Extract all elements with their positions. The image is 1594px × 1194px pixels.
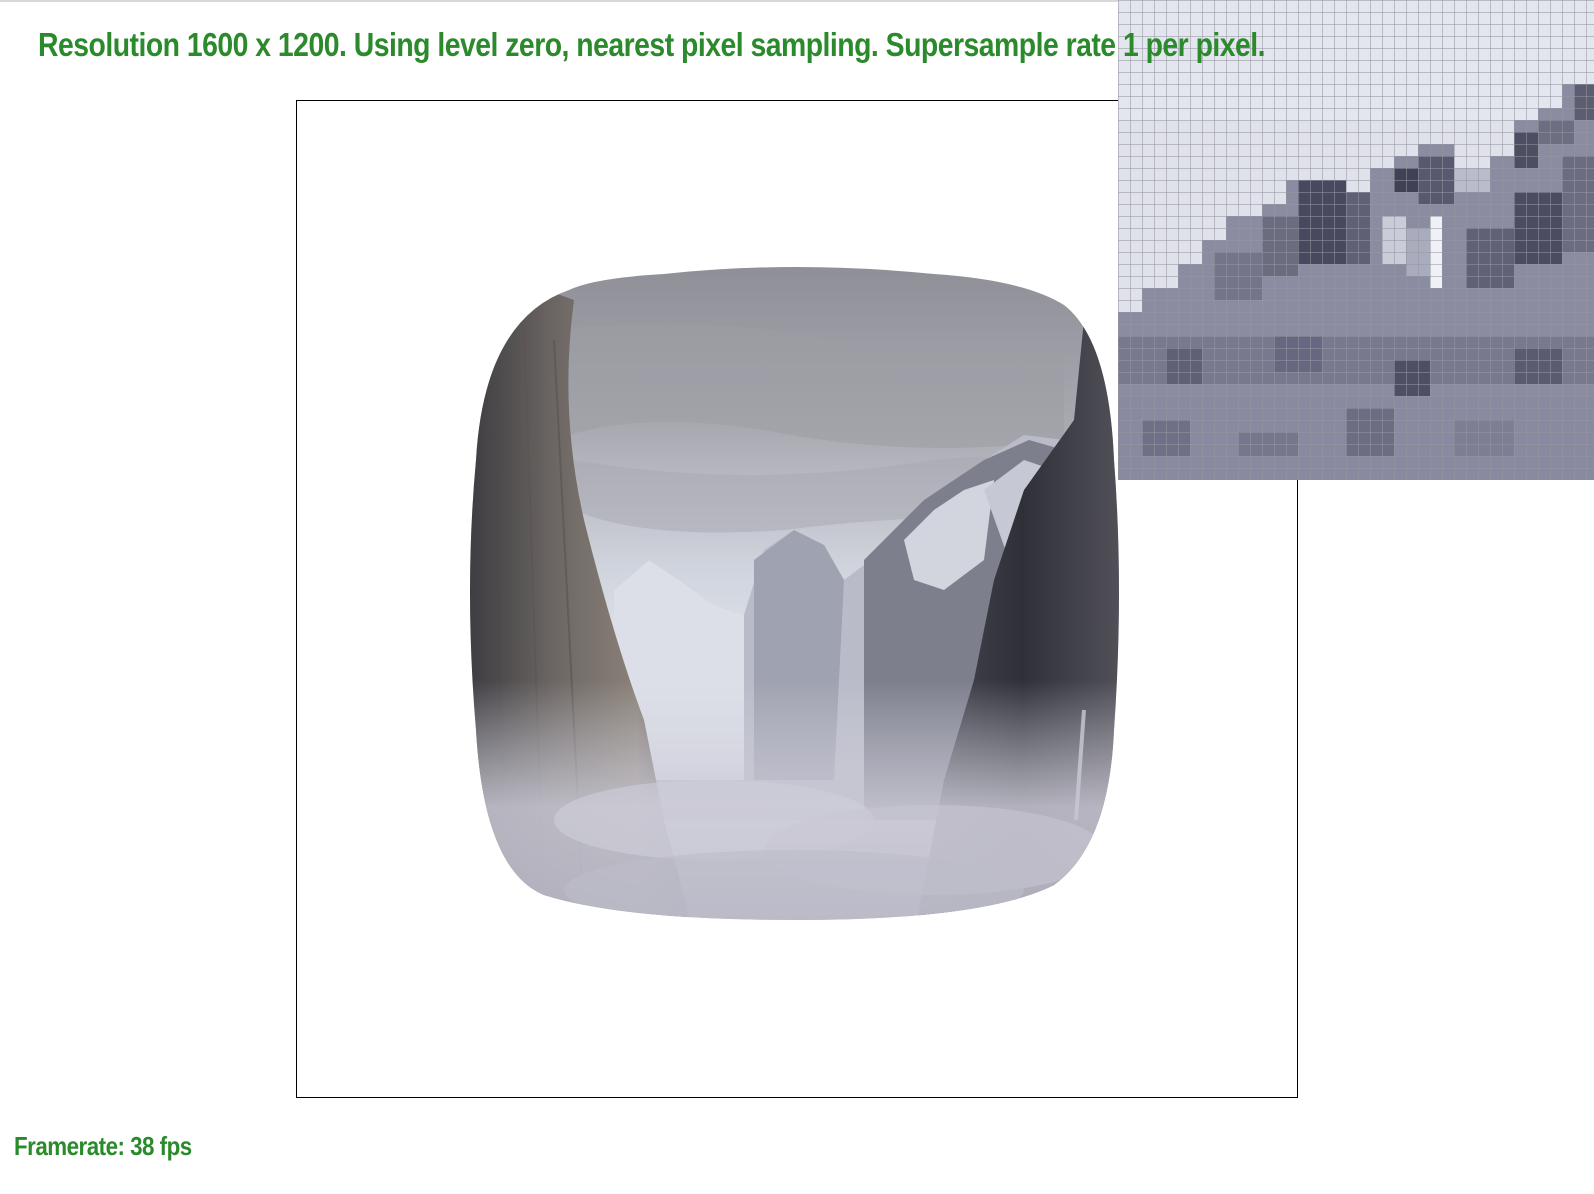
resolution-status-text: Resolution 1600 x 1200. Using level zero…: [38, 26, 1266, 63]
texture-viewer[interactable]: Resolution 1600 x 1200. Using level zero…: [0, 0, 1594, 1194]
framerate-status-text: Framerate: 38 fps: [14, 1131, 192, 1161]
zoomed-pixel-content: [1118, 0, 1594, 480]
warped-texture-image[interactable]: [464, 260, 1131, 935]
pixel-zoom-inspector: [1118, 0, 1594, 480]
